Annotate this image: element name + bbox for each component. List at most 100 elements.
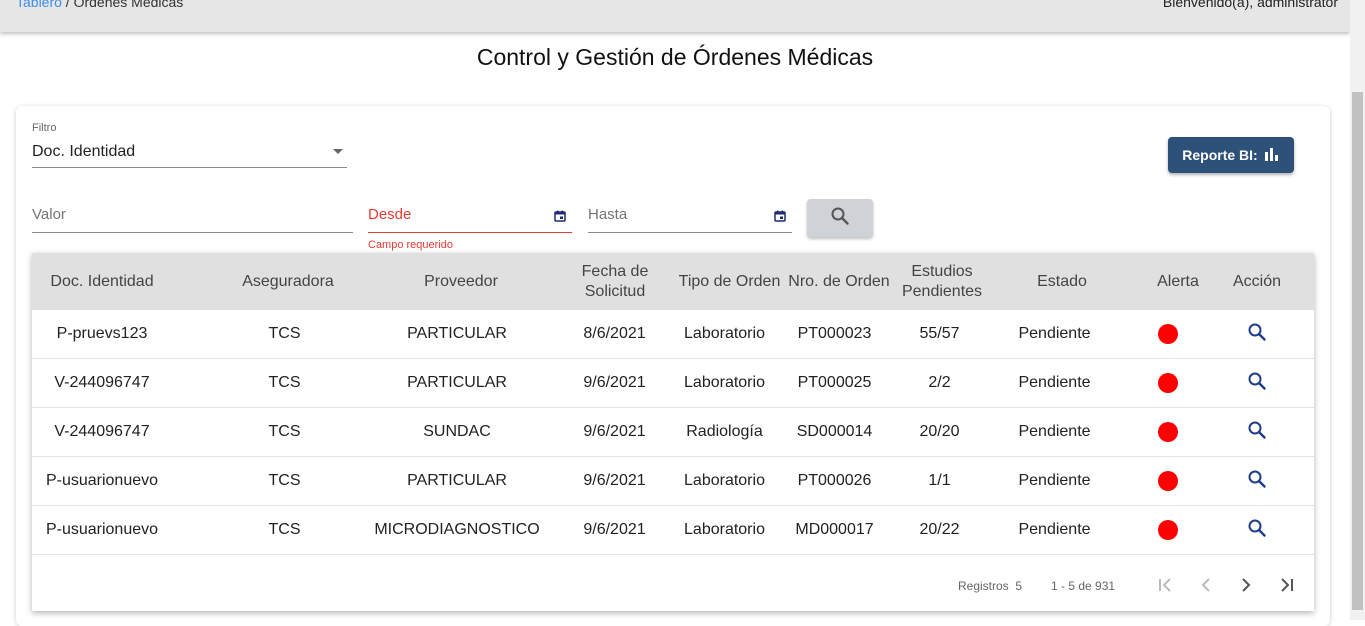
desde-placeholder: Desde xyxy=(368,206,412,223)
cell-accion xyxy=(1222,506,1292,554)
breadcrumb-separator: / xyxy=(61,0,74,10)
cell-doc: V-244096747 xyxy=(54,423,150,440)
alert-dot-icon xyxy=(1158,373,1178,393)
top-bar: Tablero / Órdenes Médicas Bienvenido(a),… xyxy=(0,0,1350,32)
cell-aseguradora: TCS xyxy=(268,423,301,440)
breadcrumb-current: Órdenes Médicas xyxy=(73,0,184,10)
view-search-icon[interactable] xyxy=(1247,322,1267,347)
view-search-icon[interactable] xyxy=(1247,420,1267,445)
cell-estado: Pendiente xyxy=(1018,325,1091,342)
cell-doc: P-usuarionuevo xyxy=(45,472,159,489)
cell-orden: MD000017 xyxy=(795,521,874,538)
last-page-icon[interactable] xyxy=(1274,573,1298,597)
desde-error-message: Campo requerido xyxy=(368,239,453,251)
cell-fecha: 9/6/2021 xyxy=(583,423,646,440)
desde-date-input[interactable]: Desde xyxy=(368,202,572,233)
cell-proveedor: PARTICULAR xyxy=(407,325,507,342)
table-row: V-244096747 TCS PARTICULAR 9/6/2021 Labo… xyxy=(32,359,1314,408)
cell-estado: Pendiente xyxy=(1018,472,1091,489)
hasta-placeholder: Hasta xyxy=(588,206,628,223)
cell-orden: PT000026 xyxy=(797,472,872,489)
cell-alerta xyxy=(1142,457,1194,505)
col-header-estado[interactable]: Estado xyxy=(1007,253,1117,310)
cell-orden: PT000025 xyxy=(797,374,872,391)
cell-accion xyxy=(1222,359,1292,407)
dropdown-arrow-icon xyxy=(333,149,343,154)
cell-estudios: 1/1 xyxy=(928,472,951,489)
filter-select[interactable]: Filtro Doc. Identidad xyxy=(32,122,347,168)
view-search-icon[interactable] xyxy=(1247,518,1267,543)
cell-fecha: 8/6/2021 xyxy=(583,325,646,342)
col-header-doc[interactable]: Doc. Identidad xyxy=(32,253,172,310)
col-header-proveedor[interactable]: Proveedor xyxy=(407,253,515,310)
filter-selected-value: Doc. Identidad xyxy=(32,143,136,160)
hasta-date-input[interactable]: Hasta xyxy=(588,202,792,233)
col-header-accion[interactable]: Acción xyxy=(1217,253,1297,310)
table-row: P-usuarionuevo TCS MICRODIAGNOSTICO 9/6/… xyxy=(32,506,1314,555)
cell-estado: Pendiente xyxy=(1018,423,1091,440)
table-header: Doc. Identidad Aseguradora Proveedor Fec… xyxy=(32,253,1314,310)
valor-input[interactable]: Valor xyxy=(32,202,353,233)
view-search-icon[interactable] xyxy=(1247,469,1267,494)
col-header-estudios[interactable]: Estudios Pendientes xyxy=(897,253,987,310)
search-button[interactable] xyxy=(807,199,873,237)
breadcrumb-link-tablero[interactable]: Tablero xyxy=(16,0,62,10)
calendar-icon[interactable] xyxy=(774,209,786,227)
col-header-tipo[interactable]: Tipo de Orden xyxy=(677,253,782,310)
report-bi-button[interactable]: Reporte BI: xyxy=(1168,137,1294,173)
cell-aseguradora: TCS xyxy=(268,521,301,538)
col-header-orden[interactable]: Nro. de Orden xyxy=(784,253,894,310)
table-row: V-244096747 TCS SUNDAC 9/6/2021 Radiolog… xyxy=(32,408,1314,457)
filter-label: Filtro xyxy=(32,122,57,134)
cell-proveedor: MICRODIAGNOSTICO xyxy=(374,521,540,538)
cell-accion xyxy=(1222,310,1292,358)
cell-doc: P-pruevs123 xyxy=(56,325,148,342)
orders-table: Doc. Identidad Aseguradora Proveedor Fec… xyxy=(32,253,1314,611)
col-header-aseguradora[interactable]: Aseguradora xyxy=(227,253,349,310)
page-scrollbar[interactable] xyxy=(1350,0,1365,620)
col-header-fecha[interactable]: Fecha de Solicitud xyxy=(570,253,660,310)
cell-alerta xyxy=(1142,359,1194,407)
cell-proveedor: PARTICULAR xyxy=(407,472,507,489)
cell-alerta xyxy=(1142,506,1194,554)
cell-doc: P-usuarionuevo xyxy=(45,521,159,538)
cell-tipo: Radiología xyxy=(686,423,763,440)
cell-estudios: 2/2 xyxy=(928,374,951,391)
view-search-icon[interactable] xyxy=(1247,371,1267,396)
cell-aseguradora: TCS xyxy=(268,374,301,391)
next-page-icon[interactable] xyxy=(1234,573,1258,597)
alert-dot-icon xyxy=(1158,471,1178,491)
paginator-range: 1 - 5 de 931 xyxy=(1051,579,1116,593)
cell-fecha: 9/6/2021 xyxy=(583,374,646,391)
page-title: Control y Gestión de Órdenes Médicas xyxy=(476,44,874,70)
table-row: P-usuarionuevo TCS PARTICULAR 9/6/2021 L… xyxy=(32,457,1314,506)
cell-tipo: Laboratorio xyxy=(684,374,765,391)
report-bi-label: Reporte BI: xyxy=(1182,147,1258,163)
table-row: P-pruevs123 TCS PARTICULAR 8/6/2021 Labo… xyxy=(32,310,1314,359)
cell-accion xyxy=(1222,457,1292,505)
welcome-message: Bienvenido(a), administrator xyxy=(1162,0,1338,10)
previous-page-icon[interactable] xyxy=(1194,573,1218,597)
cell-doc: V-244096747 xyxy=(54,374,150,391)
cell-estado: Pendiente xyxy=(1018,521,1091,538)
scrollbar-thumb[interactable] xyxy=(1352,92,1363,610)
paginator: Registros 5 1 - 5 de 931 xyxy=(32,556,1314,611)
cell-fecha: 9/6/2021 xyxy=(583,472,646,489)
bar-chart-icon xyxy=(1264,146,1280,165)
valor-placeholder: Valor xyxy=(32,206,66,223)
cell-proveedor: PARTICULAR xyxy=(407,374,507,391)
cell-aseguradora: TCS xyxy=(268,472,301,489)
alert-dot-icon xyxy=(1158,324,1178,344)
cell-fecha: 9/6/2021 xyxy=(583,521,646,538)
paginator-page-size[interactable]: Registros 5 xyxy=(958,579,1022,593)
first-page-icon[interactable] xyxy=(1154,573,1178,597)
col-header-alerta[interactable]: Alerta xyxy=(1147,253,1209,310)
cell-estudios: 55/57 xyxy=(919,325,960,342)
cell-estudios: 20/20 xyxy=(919,423,960,440)
cell-alerta xyxy=(1142,310,1194,358)
cell-tipo: Laboratorio xyxy=(684,472,765,489)
cell-alerta xyxy=(1142,408,1194,456)
calendar-icon[interactable] xyxy=(554,209,566,227)
cell-proveedor: SUNDAC xyxy=(423,423,491,440)
cell-tipo: Laboratorio xyxy=(684,325,765,342)
